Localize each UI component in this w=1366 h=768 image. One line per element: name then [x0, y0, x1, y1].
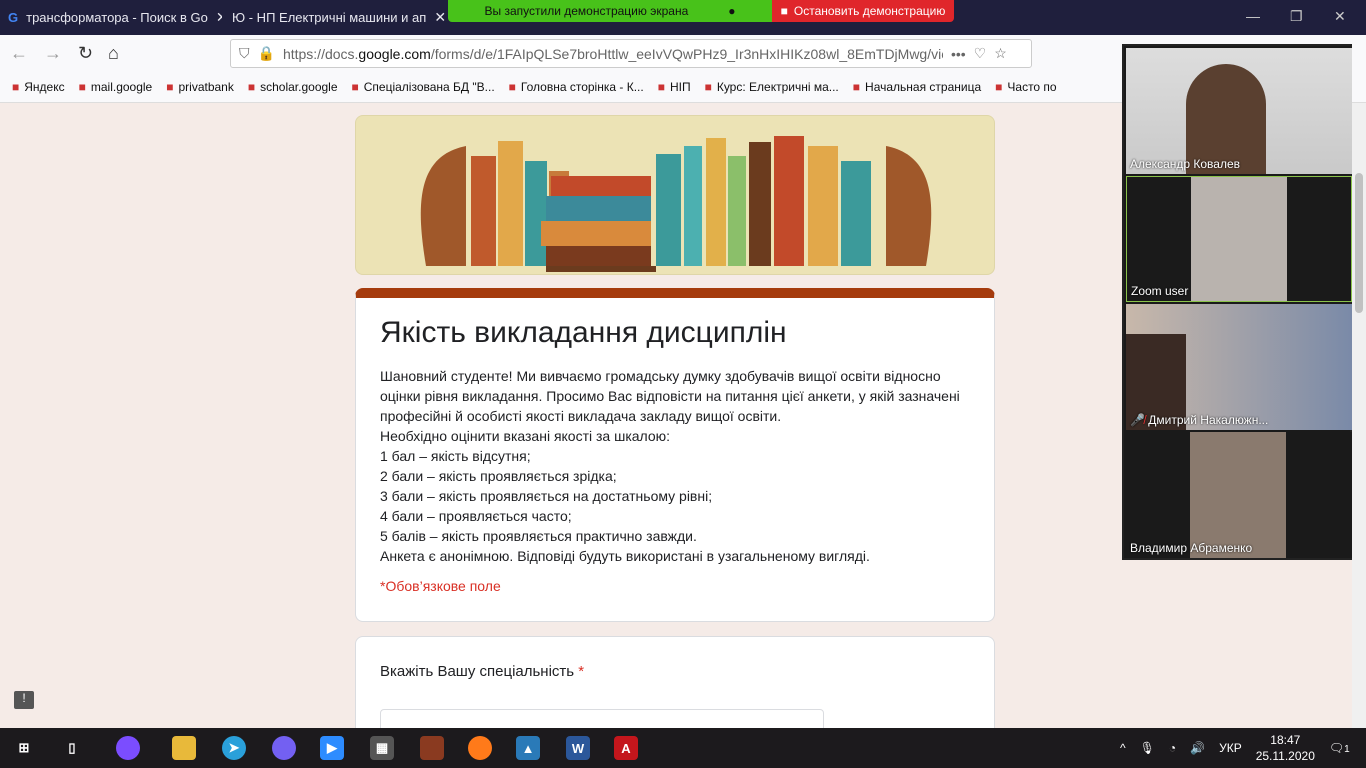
bookmark-item[interactable]: ■ НІП [658, 80, 691, 94]
bookmark-item[interactable]: ■ Головна сторінка - К... [509, 80, 644, 94]
bookmark-item[interactable]: ■ Часто по [995, 80, 1056, 94]
task-view-icon[interactable]: ▯ [60, 736, 84, 760]
description-line: 2 бали – якість проявляється зрідка; [380, 468, 617, 484]
telegram-icon[interactable]: ➤ [222, 736, 246, 760]
crest-icon: ■ [508, 80, 516, 94]
tab-google-search[interactable]: Gтрансформатора - Поиск в Go ✕ [0, 0, 222, 35]
zoom-video-panel: Александр Ковалев Zoom user 🎤̸ Дмитрий Н… [1122, 44, 1352, 560]
page-icon: ■ [351, 80, 359, 94]
description-line: 1 бал – якість відсутня; [380, 448, 531, 464]
feedback-icon[interactable]: ! [14, 691, 34, 709]
pocket-icon[interactable]: ♡ [974, 45, 987, 62]
close-tab-icon[interactable]: ✕ [216, 9, 222, 26]
back-button[interactable]: ← [10, 43, 28, 64]
word-icon[interactable]: W [566, 736, 590, 760]
privatbank-icon: ■ [166, 80, 174, 94]
header-image-books [355, 115, 995, 275]
yandex-icon: ■ [12, 80, 20, 94]
form-title: Якість викладання дисциплін [380, 316, 787, 349]
wifi-icon[interactable]: ◔ [1169, 741, 1176, 755]
zoom-icon[interactable]: ▶ [320, 736, 344, 760]
globe-icon: ■ [852, 80, 861, 94]
bookmark-item[interactable]: ■ Курс: Електричні ма... [705, 80, 839, 94]
books-illustration [420, 136, 932, 272]
bookmark-item[interactable]: ■ Яндекс [12, 80, 65, 94]
clock[interactable]: 18:47 25.11.2020 [1256, 732, 1315, 764]
viber-icon[interactable] [272, 736, 296, 760]
moodle-icon: ■ [704, 80, 712, 94]
photos-icon[interactable]: ▲ [516, 736, 540, 760]
windows-taskbar: ⊞ ▯ ➤ ▶ ▦ ▲ W A ^ 🎙 ◔ 🔊 УКР 18:47 25.11.2… [0, 728, 1366, 768]
bookmark-item[interactable]: ■ privatbank [166, 80, 234, 94]
required-note: *Обов’язкове поле [380, 578, 501, 594]
tab-bar: Gтрансформатора - Поиск в Go ✕ Ю - НП Еле… [0, 0, 1366, 35]
acrobat-icon[interactable]: A [614, 736, 638, 760]
description-line: 5 балів – якість проявляється практично … [380, 528, 697, 544]
file-explorer-icon[interactable] [172, 736, 196, 760]
shield-icon: ⛉ [239, 45, 250, 61]
calculator-icon[interactable]: ▦ [370, 736, 394, 760]
bookmark-item[interactable]: ■ Начальная страница [853, 80, 981, 94]
form-description: Шановний студенте! Ми вивчаємо громадськ… [380, 366, 980, 566]
microphone-icon[interactable]: 🎙 [1140, 741, 1155, 755]
minimize-button[interactable]: — [1246, 8, 1260, 24]
gear-icon: ■ [995, 80, 1003, 94]
description-line: Необхідно оцінити вказані якості за шкал… [380, 428, 671, 444]
description-line: Шановний студенте! Ми вивчаємо громадськ… [380, 368, 960, 424]
scholar-icon: ■ [247, 80, 256, 94]
participant-tile[interactable]: Александр Ковалев [1126, 48, 1352, 174]
scrollbar-thumb[interactable] [1355, 173, 1363, 313]
participant-tile[interactable]: 🎤̸ Дмитрий Накалюжн... [1126, 304, 1352, 430]
nip-icon: ■ [657, 80, 665, 94]
home-button[interactable]: ⌂ [108, 43, 119, 64]
forward-button[interactable]: → [44, 43, 62, 64]
start-icon[interactable]: ⊞ [12, 736, 36, 760]
url-bar[interactable]: ⛉ 🔒 https://docs.google.com/forms/d/e/1FA… [230, 39, 1032, 68]
reload-button[interactable]: ↻ [78, 43, 93, 64]
firefox-icon[interactable] [468, 736, 492, 760]
star-icon[interactable]: ☆ [994, 45, 1007, 62]
description-line: 4 бали – проявляється часто; [380, 508, 572, 524]
volume-icon[interactable]: 🔊 [1190, 741, 1205, 755]
page-scrollbar[interactable] [1352, 103, 1366, 728]
stop-share-button[interactable]: ■ Остановить демонстрацию [772, 0, 954, 22]
description-line: Анкета є анонімною. Відповіді будуть вик… [380, 548, 870, 564]
gmail-icon: ■ [78, 80, 86, 94]
tab-course[interactable]: Ю - НП Електричні машини и ап ✕ [224, 0, 446, 35]
system-tray: ^ 🎙 ◔ 🔊 УКР 18:47 25.11.2020 🗨1 [1120, 728, 1350, 768]
screenshare-banner: Вы запустили демонстрацию экрана ● [448, 0, 772, 22]
description-line: 3 бали – якість проявляється на достатнь… [380, 488, 713, 504]
bookmark-item[interactable]: ■ Спеціалізована БД "В... [352, 80, 495, 94]
bookmark-item[interactable]: ■ mail.google [79, 80, 153, 94]
notifications-icon[interactable]: 🗨1 [1329, 741, 1350, 755]
shield-icon: ● [728, 4, 736, 18]
close-window-button[interactable]: ✕ [1334, 8, 1346, 25]
question-label: Вкажіть Вашу спеціальність * [380, 663, 585, 680]
stop-icon: ■ [780, 4, 788, 18]
participant-tile[interactable]: Zoom user [1126, 176, 1352, 302]
game-icon[interactable] [420, 736, 444, 760]
restore-button[interactable]: ❐ [1290, 8, 1303, 25]
chevron-up-icon[interactable]: ^ [1120, 741, 1126, 755]
lock-icon: 🔒 [257, 45, 275, 61]
bookmark-item[interactable]: ■ scholar.google [248, 80, 338, 94]
close-tab-icon[interactable]: ✕ [434, 9, 446, 26]
more-icon[interactable]: ••• [951, 46, 966, 62]
form-header-card: Якість викладання дисциплін Шановний сту… [355, 288, 995, 622]
muted-mic-icon: 🎤̸ [1130, 413, 1145, 427]
language-indicator[interactable]: УКР [1219, 741, 1242, 755]
alice-icon[interactable] [116, 736, 140, 760]
participant-tile[interactable]: Владимир Абраменко [1126, 432, 1352, 558]
google-icon: G [8, 10, 19, 25]
